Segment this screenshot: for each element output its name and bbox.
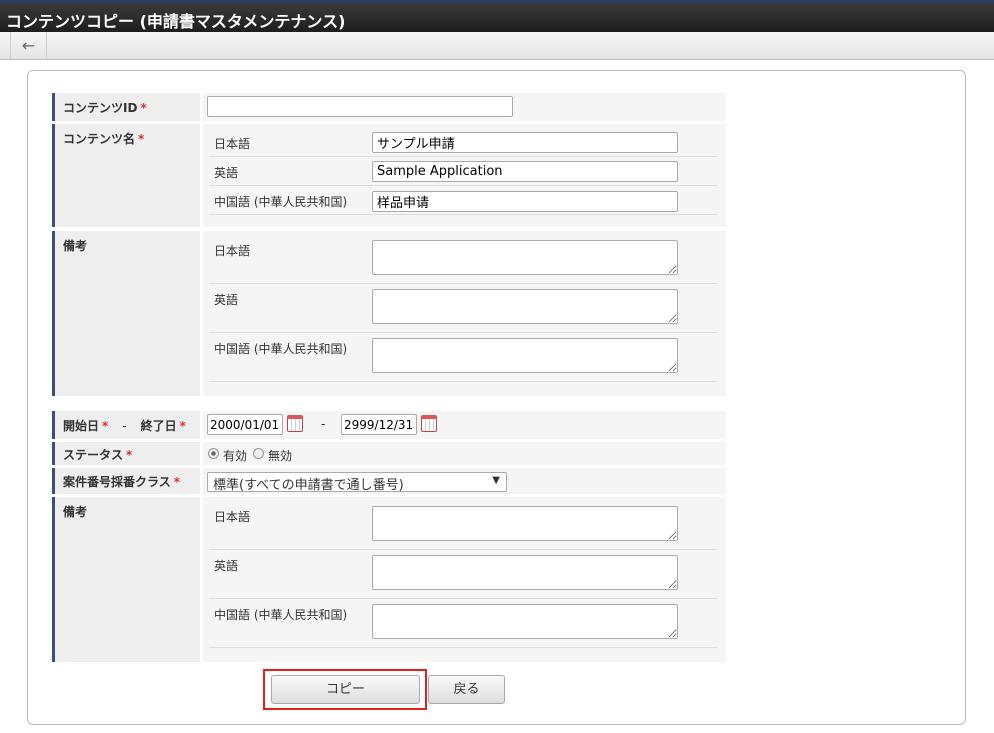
required-mark: * (173, 475, 181, 489)
required-mark: * (179, 419, 186, 433)
divider (209, 185, 717, 186)
required-mark: * (140, 101, 147, 115)
required-mark: * (102, 419, 109, 433)
arrow-left-icon: ← (21, 36, 36, 55)
start-label: 開始日 (63, 419, 100, 433)
content-name-en-input[interactable] (372, 161, 678, 182)
status-active-radio[interactable] (208, 448, 219, 459)
lang-label-en: 英語 (214, 293, 239, 307)
lang-label-ja: 日本語 (214, 244, 251, 258)
label-text: 備考 (63, 505, 88, 519)
divider (209, 214, 717, 215)
label-text: コンテンツID (63, 101, 138, 115)
remarks-ja-textarea[interactable] (372, 240, 678, 275)
numbering-class-select[interactable]: 標準(すべての申請書で通し番号) ▼ (207, 472, 507, 493)
period-label: 開始日 * - 終了日 * (52, 411, 200, 439)
status-inactive-radio[interactable] (253, 448, 264, 459)
divider (209, 549, 717, 550)
divider (209, 598, 717, 599)
remarks2-zh-textarea[interactable] (372, 604, 678, 639)
lang-label-en: 英語 (214, 559, 239, 573)
calendar-icon[interactable] (287, 415, 303, 432)
back-button[interactable]: 戻る (428, 675, 505, 704)
remarks-label: 備考 (52, 231, 200, 396)
label-text: コンテンツ名 (63, 132, 136, 146)
content-name-label: コンテンツ名 * (52, 124, 200, 227)
toolbar: ← (0, 32, 994, 60)
lang-label-ja: 日本語 (214, 510, 251, 524)
lang-label-ja: 日本語 (214, 137, 251, 151)
selected-value: 標準(すべての申請書で通し番号) (213, 478, 404, 493)
dropdown-arrow-icon: ▼ (492, 475, 500, 486)
end-date-input[interactable] (341, 414, 417, 435)
label-text: 案件番号採番クラス (63, 475, 171, 489)
lang-label-zh: 中国語 (中華人民共和国) (214, 608, 348, 622)
content-name-zh-input[interactable] (372, 191, 678, 212)
required-mark: * (138, 132, 145, 146)
content-id-label: コンテンツID * (52, 93, 200, 121)
remarks2-ja-textarea[interactable] (372, 506, 678, 541)
back-arrow-button[interactable]: ← (10, 32, 47, 60)
status-inactive-label[interactable]: 無効 (268, 447, 292, 464)
status-active-label[interactable]: 有効 (223, 447, 247, 464)
divider (209, 332, 717, 333)
remarks-zh-textarea[interactable] (372, 338, 678, 373)
remarks-en-textarea[interactable] (372, 289, 678, 324)
numbering-class-label: 案件番号採番クラス * (52, 468, 200, 494)
divider (209, 647, 717, 648)
remarks2-en-textarea[interactable] (372, 555, 678, 590)
status-label: ステータス * (52, 442, 200, 465)
remarks-label: 備考 (52, 497, 200, 662)
copy-button[interactable]: コピー (271, 675, 420, 704)
divider (209, 381, 717, 382)
label-text: 備考 (63, 239, 88, 253)
required-mark: * (126, 448, 133, 462)
content-id-input[interactable] (207, 96, 513, 117)
divider (209, 283, 717, 284)
end-label: 終了日 (140, 419, 177, 433)
lang-label-en: 英語 (214, 166, 239, 180)
label-text: ステータス (63, 448, 124, 462)
lang-label-zh: 中国語 (中華人民共和国) (214, 195, 348, 209)
separator: - (321, 417, 326, 431)
separator: - (122, 419, 127, 433)
lang-label-zh: 中国語 (中華人民共和国) (214, 342, 348, 356)
divider (209, 156, 717, 157)
calendar-icon[interactable] (421, 415, 437, 432)
start-date-input[interactable] (207, 414, 283, 435)
window-title: コンテンツコピー (申請書マスタメンテナンス) (0, 0, 994, 32)
content-name-ja-input[interactable] (372, 132, 678, 153)
